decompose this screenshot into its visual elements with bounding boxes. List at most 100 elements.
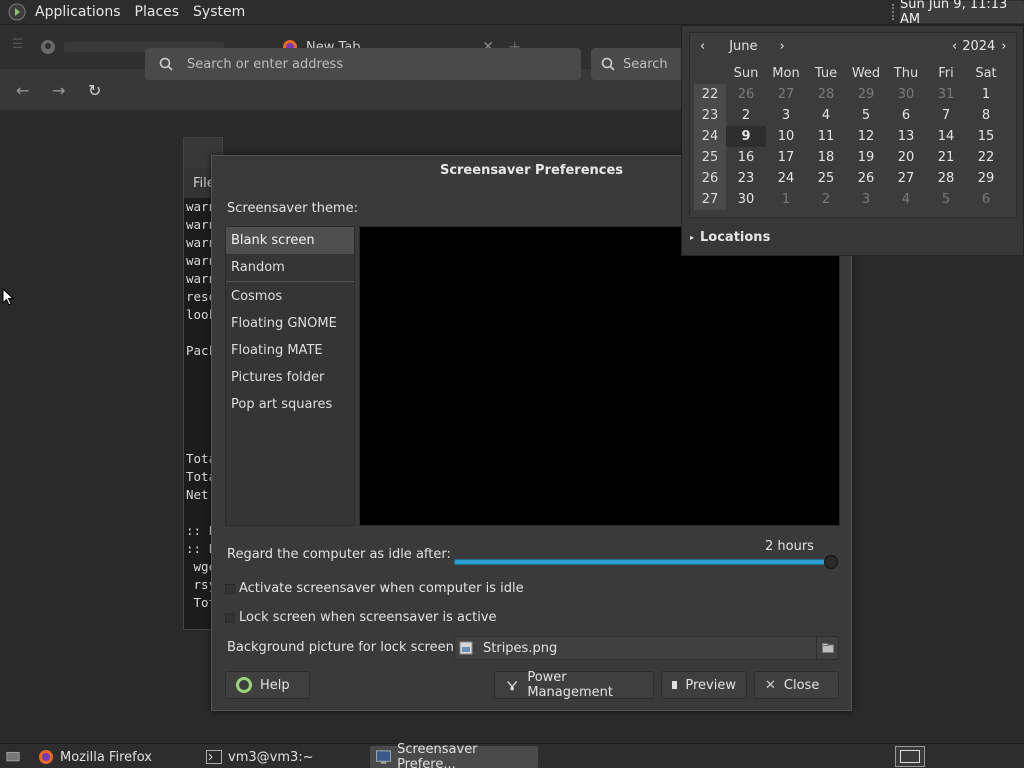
idle-slider-track[interactable] <box>454 559 830 565</box>
terminal-icon <box>206 750 222 764</box>
calendar-day[interactable]: 20 <box>886 147 926 168</box>
tab-list-icon[interactable]: ☰ <box>12 37 24 52</box>
week-number: 27 <box>694 189 726 210</box>
help-label: Help <box>260 677 290 693</box>
theme-item-pop-art-squares[interactable]: Pop art squares <box>226 391 354 418</box>
workspace-switcher[interactable] <box>895 746 925 767</box>
preview-button[interactable]: Preview <box>661 671 747 699</box>
weekday-header: Tue <box>814 66 838 81</box>
calendar-day[interactable]: 5 <box>846 105 886 126</box>
theme-item-cosmos[interactable]: Cosmos <box>226 283 354 310</box>
calendar-day[interactable]: 29 <box>966 168 1006 189</box>
calendar-day[interactable]: 21 <box>926 147 966 168</box>
theme-item-floating-mate[interactable]: Floating MATE <box>226 337 354 364</box>
calendar-day[interactable]: 4 <box>806 105 846 126</box>
panel-handle[interactable] <box>892 4 896 20</box>
next-month-icon[interactable]: › <box>780 39 785 54</box>
calendar-day[interactable]: 2 <box>806 189 846 210</box>
calendar-day[interactable]: 31 <box>926 84 966 105</box>
help-button[interactable]: Help <box>225 671 310 699</box>
calendar-day[interactable]: 11 <box>806 126 846 147</box>
calendar-day[interactable]: 28 <box>926 168 966 189</box>
theme-item-blank-screen[interactable]: Blank screen <box>226 227 354 254</box>
calendar-day[interactable]: 27 <box>766 84 806 105</box>
taskbar-terminal-label: vm3@vm3:~ <box>228 749 314 765</box>
calendar-day[interactable]: 4 <box>886 189 926 210</box>
calendar-day[interactable]: 9 <box>726 126 766 147</box>
calendar-day[interactable]: 25 <box>806 168 846 189</box>
calendar-grid: Sun Mon Tue Wed Thu Fri Sat 22 26 27 28 29 30 31 1 23 2 3… <box>694 63 1014 210</box>
calendar-day[interactable]: 10 <box>766 126 806 147</box>
calendar-day[interactable]: 26 <box>726 84 766 105</box>
calendar-day[interactable]: 3 <box>766 105 806 126</box>
calendar-day[interactable]: 5 <box>926 189 966 210</box>
calendar-day[interactable]: 28 <box>806 84 846 105</box>
calendar-week-row: 24 9 10 11 12 13 14 15 <box>694 126 1014 147</box>
calendar-day[interactable]: 15 <box>966 126 1006 147</box>
calendar-day[interactable]: 16 <box>726 147 766 168</box>
calendar-day[interactable]: 17 <box>766 147 806 168</box>
lock-checkbox[interactable] <box>225 613 235 623</box>
calendar-day[interactable]: 3 <box>846 189 886 210</box>
mate-logo-icon[interactable] <box>8 3 26 21</box>
calendar-day[interactable]: 30 <box>886 84 926 105</box>
bg-picture-chooser[interactable]: Stripes.png <box>454 636 839 660</box>
power-management-label: Power Management <box>527 670 613 700</box>
locations-label: Locations <box>700 230 771 245</box>
calendar-day[interactable]: 22 <box>966 147 1006 168</box>
calendar-day[interactable]: 27 <box>886 168 926 189</box>
show-desktop-button[interactable] <box>0 746 26 768</box>
calendar-day[interactable]: 12 <box>846 126 886 147</box>
bottom-panel: Mozilla Firefox vm3@vm3:~ Screensaver Pr… <box>0 742 1024 768</box>
calendar-day[interactable]: 30 <box>726 189 766 210</box>
workspace-1[interactable] <box>900 750 920 763</box>
calendar-day[interactable]: 23 <box>726 168 766 189</box>
week-number: 24 <box>694 126 726 147</box>
clock[interactable]: Sun Jun 9, 11:13 AM <box>900 0 1024 27</box>
calendar-day[interactable]: 8 <box>966 105 1006 126</box>
calendar-day[interactable]: 18 <box>806 147 846 168</box>
close-button[interactable]: ✕ Close <box>754 671 839 699</box>
power-management-button[interactable]: Power Management <box>494 670 654 700</box>
search-bar[interactable]: Search <box>591 48 691 80</box>
calendar-day[interactable]: 6 <box>966 189 1006 210</box>
idle-slider-handle[interactable] <box>824 555 838 569</box>
calendar-day[interactable]: 24 <box>766 168 806 189</box>
prev-year-icon[interactable]: ‹ <box>952 39 957 54</box>
locations-expander[interactable]: ▸ Locations <box>690 230 770 245</box>
preview-icon <box>672 681 678 689</box>
calendar-day[interactable]: 6 <box>886 105 926 126</box>
forward-icon[interactable]: → <box>52 81 65 100</box>
activate-label[interactable]: Activate screensaver when computer is id… <box>239 581 524 596</box>
idle-value: 2 hours <box>765 539 814 554</box>
calendar-day[interactable]: 13 <box>886 126 926 147</box>
calendar-day[interactable]: 1 <box>966 84 1006 105</box>
taskbar-screensaver[interactable]: Screensaver Prefere... <box>370 742 538 768</box>
places-menu[interactable]: Places <box>128 0 187 25</box>
search-placeholder: Search <box>623 56 668 72</box>
url-bar[interactable]: Search or enter address <box>145 48 581 80</box>
taskbar-terminal[interactable]: vm3@vm3:~ <box>200 746 362 768</box>
expander-arrow-icon: ▸ <box>690 233 695 242</box>
calendar-day[interactable]: 1 <box>766 189 806 210</box>
theme-item-pictures-folder[interactable]: Pictures folder <box>226 364 354 391</box>
prev-month-icon[interactable]: ‹ <box>694 39 711 54</box>
reload-icon[interactable]: ↻ <box>88 81 101 100</box>
back-icon[interactable]: ← <box>16 81 29 100</box>
lock-label[interactable]: Lock screen when screensaver is active <box>239 610 497 625</box>
calendar-day[interactable]: 14 <box>926 126 966 147</box>
calendar-day[interactable]: 7 <box>926 105 966 126</box>
url-placeholder: Search or enter address <box>187 56 344 72</box>
calendar-day[interactable]: 2 <box>726 105 766 126</box>
next-year-icon[interactable]: › <box>1001 39 1006 54</box>
activate-checkbox[interactable] <box>225 584 235 594</box>
theme-item-floating-gnome[interactable]: Floating GNOME <box>226 310 354 337</box>
calendar-day[interactable]: 29 <box>846 84 886 105</box>
system-menu[interactable]: System <box>186 0 252 25</box>
calendar-day[interactable]: 19 <box>846 147 886 168</box>
calendar-day[interactable]: 26 <box>846 168 886 189</box>
theme-item-random[interactable]: Random <box>226 254 354 281</box>
taskbar-firefox[interactable]: Mozilla Firefox <box>32 746 192 768</box>
applications-menu[interactable]: Applications <box>28 0 128 25</box>
folder-icon[interactable] <box>816 637 838 659</box>
